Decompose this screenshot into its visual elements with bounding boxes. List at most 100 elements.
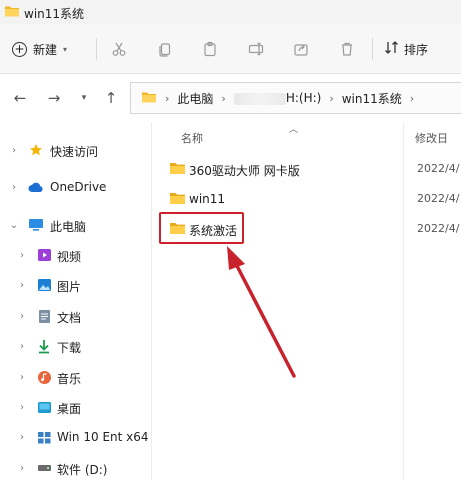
sort-icon <box>384 40 399 58</box>
sidebar-item-label: 音乐 <box>57 372 82 386</box>
paste-icon[interactable] <box>198 37 222 61</box>
sort-label: 排序 <box>404 42 429 57</box>
folder-icon <box>141 90 157 107</box>
new-button[interactable]: + 新建 ▾ <box>12 36 67 62</box>
chevron-right-icon[interactable]: › <box>16 371 28 383</box>
sidebar-item-videos[interactable]: › 视频 <box>0 243 151 267</box>
desktop-icon <box>36 399 52 415</box>
chevron-right-icon: › <box>409 91 415 105</box>
window-title: win11系统 <box>24 7 85 21</box>
file-name: 系统激活 <box>189 224 238 238</box>
address-bar[interactable]: › 此电脑 › H:(H:) › win11系统 › <box>130 82 461 114</box>
file-name: 360驱动大师 网卡版 <box>189 164 300 178</box>
command-bar: + 新建 ▾ 排序 <box>0 24 461 74</box>
redacted-text <box>233 92 286 105</box>
rename-icon[interactable] <box>244 37 268 61</box>
up-button[interactable]: ↑ <box>101 88 121 108</box>
file-date: 2022/4/ <box>417 192 460 205</box>
chevron-right-icon[interactable]: › <box>8 144 20 156</box>
sidebar-item-drive-d[interactable]: › 软件 (D:) <box>0 456 151 480</box>
drive-icon <box>36 429 52 445</box>
drive-icon <box>36 460 52 476</box>
toolbar-divider <box>372 38 373 60</box>
file-name: win11 <box>189 192 226 206</box>
chevron-down-icon: ▾ <box>81 93 87 103</box>
file-row[interactable]: 系统激活 2022/4/ <box>153 216 461 242</box>
folder-icon <box>169 191 186 208</box>
chevron-right-icon[interactable]: › <box>16 431 28 443</box>
file-row[interactable]: win11 2022/4/ <box>153 186 461 212</box>
toolbar-divider <box>96 38 97 60</box>
folder-icon <box>4 4 20 21</box>
delete-icon[interactable] <box>335 37 359 61</box>
sidebar-item-pictures[interactable]: › 图片 <box>0 273 151 297</box>
column-date[interactable]: 修改日 <box>415 130 448 146</box>
plus-icon: + <box>12 41 27 57</box>
pictures-icon <box>36 277 52 293</box>
sidebar-item-documents[interactable]: › 文档 <box>0 304 151 328</box>
folder-icon <box>169 221 186 238</box>
documents-icon <box>36 308 52 324</box>
file-date: 2022/4/ <box>417 162 460 175</box>
download-icon <box>36 338 52 354</box>
chevron-right-icon[interactable]: › <box>16 401 28 413</box>
title-bar: win11系统 <box>0 0 461 24</box>
sidebar-item-label: Win 10 Ent x64 ( <box>57 430 152 444</box>
share-icon[interactable] <box>289 37 313 61</box>
copy-icon[interactable] <box>153 37 177 61</box>
recent-locations-button[interactable]: ▾ <box>74 88 94 108</box>
sidebar-item-desktop[interactable]: › 桌面 <box>0 395 151 419</box>
computer-icon <box>28 217 44 233</box>
arrow-up-icon: ↑ <box>104 89 118 107</box>
sidebar-item-label: 下载 <box>57 341 82 355</box>
navigation-row: ← → ▾ ↑ › 此电脑 › H:(H:) › win11系统 › <box>0 74 461 122</box>
sidebar-item-label: 快速访问 <box>50 145 99 159</box>
cloud-icon <box>28 179 44 195</box>
sidebar-item-onedrive[interactable]: › OneDrive <box>0 175 151 199</box>
chevron-up-icon: ︿ <box>289 125 299 135</box>
sidebar-item-label: 桌面 <box>57 402 82 416</box>
new-label: 新建 <box>33 42 58 57</box>
video-icon <box>36 247 52 263</box>
sidebar-item-drive-c[interactable]: › Win 10 Ent x64 ( <box>0 425 152 449</box>
breadcrumb-drive[interactable]: H:(H:) <box>233 91 321 105</box>
breadcrumb-this-pc[interactable]: 此电脑 <box>177 90 213 107</box>
star-icon <box>28 142 44 158</box>
chevron-right-icon: › <box>221 91 226 105</box>
chevron-right-icon: › <box>165 91 170 105</box>
sidebar-item-music[interactable]: › 音乐 <box>0 365 151 389</box>
sidebar-item-label: 文档 <box>57 311 82 325</box>
sidebar-item-label: OneDrive <box>50 180 107 194</box>
chevron-right-icon[interactable]: › <box>16 310 28 322</box>
column-header: ︿ 名称 修改日 <box>153 122 461 150</box>
chevron-right-icon[interactable]: › <box>8 181 20 193</box>
forward-button[interactable]: → <box>44 88 64 108</box>
arrow-right-icon: → <box>47 89 61 107</box>
arrow-left-icon: ← <box>13 89 27 107</box>
chevron-down-icon: ▾ <box>63 44 68 54</box>
file-date: 2022/4/ <box>417 222 460 235</box>
file-list: ︿ 名称 修改日 360驱动大师 网卡版 2022/4/ win11 2022/… <box>153 122 461 480</box>
sidebar-item-label: 视频 <box>57 250 82 264</box>
chevron-down-icon[interactable]: ⌄ <box>8 219 20 231</box>
column-name[interactable]: 名称 <box>181 130 203 146</box>
sidebar-item-this-pc[interactable]: ⌄ 此电脑 <box>0 213 151 237</box>
chevron-right-icon[interactable]: › <box>16 279 28 291</box>
chevron-right-icon[interactable]: › <box>16 249 28 261</box>
chevron-right-icon[interactable]: › <box>16 340 28 352</box>
chevron-right-icon[interactable]: › <box>16 462 28 474</box>
sidebar-item-label: 图片 <box>57 280 82 294</box>
folder-icon <box>169 161 186 178</box>
sidebar-item-quick-access[interactable]: › 快速访问 <box>0 138 151 162</box>
music-icon <box>36 369 52 385</box>
sort-button[interactable]: 排序 <box>384 36 428 62</box>
cut-icon[interactable] <box>107 37 131 61</box>
navigation-pane: › 快速访问 › OneDrive ⌄ 此电脑 › 视频 › 图片 › 文档 ›… <box>0 122 152 480</box>
sidebar-item-label: 此电脑 <box>50 220 87 234</box>
back-button[interactable]: ← <box>10 88 30 108</box>
breadcrumb-folder[interactable]: win11系统 <box>342 90 402 107</box>
sidebar-item-label: 软件 (D:) <box>57 463 108 477</box>
file-row[interactable]: 360驱动大师 网卡版 2022/4/ <box>153 156 461 182</box>
sidebar-item-downloads[interactable]: › 下载 <box>0 334 151 358</box>
chevron-right-icon: › <box>329 91 334 105</box>
